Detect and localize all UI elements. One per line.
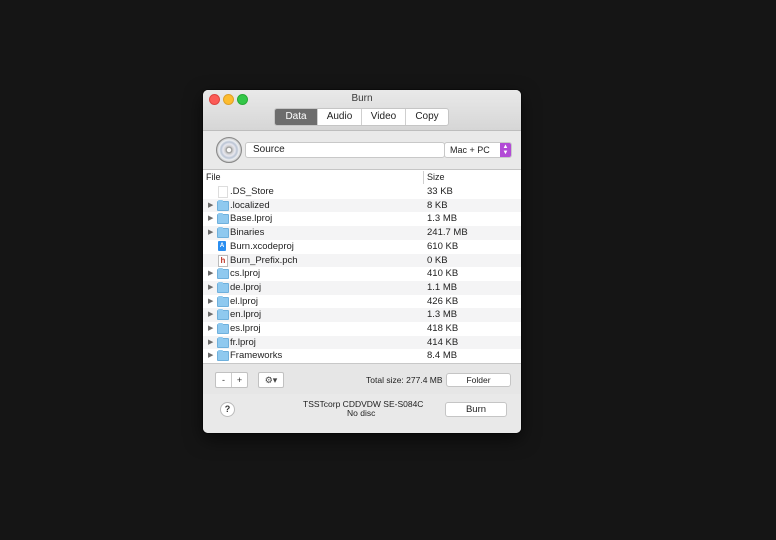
disclosure-triangle-icon[interactable]: ▶: [208, 269, 213, 277]
file-size: 241.7 MB: [427, 227, 468, 239]
folder-icon: [217, 281, 229, 293]
gear-menu-button[interactable]: ⚙▾: [258, 372, 284, 388]
file-name: fr.lproj: [230, 336, 256, 348]
folder-icon: [217, 336, 229, 348]
file-name: el.lproj: [230, 295, 258, 307]
chevron-updown-icon: ▲ ▼: [500, 143, 511, 157]
file-name: .localized: [230, 199, 270, 211]
table-row[interactable]: ▶ Frameworks 8.4 MB: [203, 349, 521, 363]
file-name: Binaries: [230, 227, 265, 239]
file-size: 410 KB: [427, 268, 459, 280]
file-name: es.lproj: [230, 323, 261, 334]
disc-format-popup[interactable]: Mac + PC ▲ ▼: [444, 142, 512, 158]
disclosure-triangle-icon[interactable]: ▶: [208, 228, 213, 236]
file-size: 1.1 MB: [427, 281, 458, 293]
table-row[interactable]: ▶ cs.lproj 410 KB: [203, 267, 521, 281]
total-size-label: Total size: 277.4 MB: [366, 375, 443, 385]
tab-audio[interactable]: Audio: [318, 109, 362, 125]
disclosure-triangle-icon[interactable]: ▶: [208, 324, 213, 332]
file-name: de.lproj: [230, 281, 262, 293]
add-remove-group: - +: [215, 372, 248, 388]
folder-icon: [217, 295, 229, 307]
folder-icon: [217, 268, 229, 280]
file-size: 1.3 MB: [427, 213, 458, 225]
mode-tabs: Data Audio Video Copy: [274, 108, 449, 126]
file-size: 414 KB: [427, 336, 459, 348]
header-file-icon: h: [218, 254, 228, 267]
xcodeproj-icon: A: [218, 240, 226, 251]
disc-format-label: Mac + PC: [450, 145, 490, 155]
file-size: 418 KB: [427, 323, 459, 334]
burn-button[interactable]: Burn: [445, 402, 507, 417]
window-title: Burn: [351, 93, 373, 104]
source-area: Mac + PC ▲▼: [203, 131, 521, 169]
burn-footer: ? TSSTcorp CDDVDW SE-S084C No disc Burn: [203, 394, 521, 433]
disc-icon: [216, 137, 242, 163]
document-icon: [218, 186, 228, 198]
source-name-input[interactable]: [245, 142, 445, 158]
help-button[interactable]: ?: [220, 402, 235, 417]
file-table: .DS_Store 33 KB ▶ .localized 8 KB ▶ Base…: [203, 185, 521, 363]
file-size: 426 KB: [427, 295, 459, 307]
file-size: 8 KB: [427, 199, 448, 211]
remove-item-button[interactable]: -: [216, 373, 232, 387]
column-divider[interactable]: [423, 171, 424, 184]
table-row[interactable]: ▶ en.lproj 1.3 MB: [203, 308, 521, 322]
device-status: No disc: [347, 408, 376, 418]
file-name: .DS_Store: [230, 186, 274, 197]
burn-window: Burn Data Audio Video Copy Mac + PC ▲▼ F…: [203, 90, 521, 433]
disclosure-triangle-icon[interactable]: ▶: [208, 310, 213, 318]
tab-video[interactable]: Video: [362, 109, 406, 125]
folder-icon: [217, 323, 229, 334]
disclosure-triangle-icon[interactable]: ▶: [208, 297, 213, 305]
title-bar: Burn Data Audio Video Copy: [203, 90, 521, 131]
folder-icon: [217, 350, 229, 362]
file-size: 0 KB: [427, 254, 448, 266]
table-row[interactable]: ▶ Binaries 241.7 MB: [203, 226, 521, 240]
file-size: 8.4 MB: [427, 350, 458, 362]
file-name: Frameworks: [230, 350, 283, 362]
file-size: 610 KB: [427, 240, 459, 252]
folder-icon: [217, 309, 229, 321]
table-row[interactable]: ▶ fr.lproj 414 KB: [203, 335, 521, 350]
folder-icon: [217, 213, 229, 225]
disclosure-triangle-icon[interactable]: ▶: [208, 201, 213, 209]
folder-icon: [217, 199, 229, 211]
disclosure-triangle-icon[interactable]: ▶: [208, 214, 213, 222]
table-row[interactable]: ▶ .localized 8 KB: [203, 198, 521, 213]
new-folder-button[interactable]: Folder: [446, 373, 511, 387]
file-name: Burn_Prefix.pch: [230, 254, 298, 266]
file-size: 1.3 MB: [427, 309, 458, 321]
table-row[interactable]: ▶ es.lproj 418 KB: [203, 322, 521, 336]
file-size: 33 KB: [427, 186, 453, 197]
tab-copy[interactable]: Copy: [406, 109, 448, 125]
file-name: cs.lproj: [230, 268, 261, 280]
table-row[interactable]: ▶ el.lproj 426 KB: [203, 295, 521, 309]
file-toolbar: - + ⚙▾ Total size: 277.4 MB Folder: [203, 363, 521, 394]
column-header-size[interactable]: Size: [427, 172, 445, 182]
table-row[interactable]: h Burn_Prefix.pch 0 KB: [203, 253, 521, 268]
tab-data[interactable]: Data: [275, 109, 318, 125]
file-name: en.lproj: [230, 309, 262, 321]
file-table-header: File Size: [203, 169, 521, 186]
column-header-file[interactable]: File: [206, 172, 221, 182]
disclosure-triangle-icon[interactable]: ▶: [208, 338, 213, 346]
add-item-button[interactable]: +: [232, 373, 247, 387]
table-row[interactable]: .DS_Store 33 KB: [203, 185, 521, 199]
table-row[interactable]: ▶ de.lproj 1.1 MB: [203, 280, 521, 295]
table-row[interactable]: A Burn.xcodeproj 610 KB: [203, 240, 521, 254]
folder-icon: [217, 227, 229, 239]
table-row[interactable]: ▶ Base.lproj 1.3 MB: [203, 212, 521, 226]
disclosure-triangle-icon[interactable]: ▶: [208, 351, 213, 359]
disclosure-triangle-icon[interactable]: ▶: [208, 283, 213, 291]
file-name: Burn.xcodeproj: [230, 240, 294, 252]
file-name: Base.lproj: [230, 213, 273, 225]
